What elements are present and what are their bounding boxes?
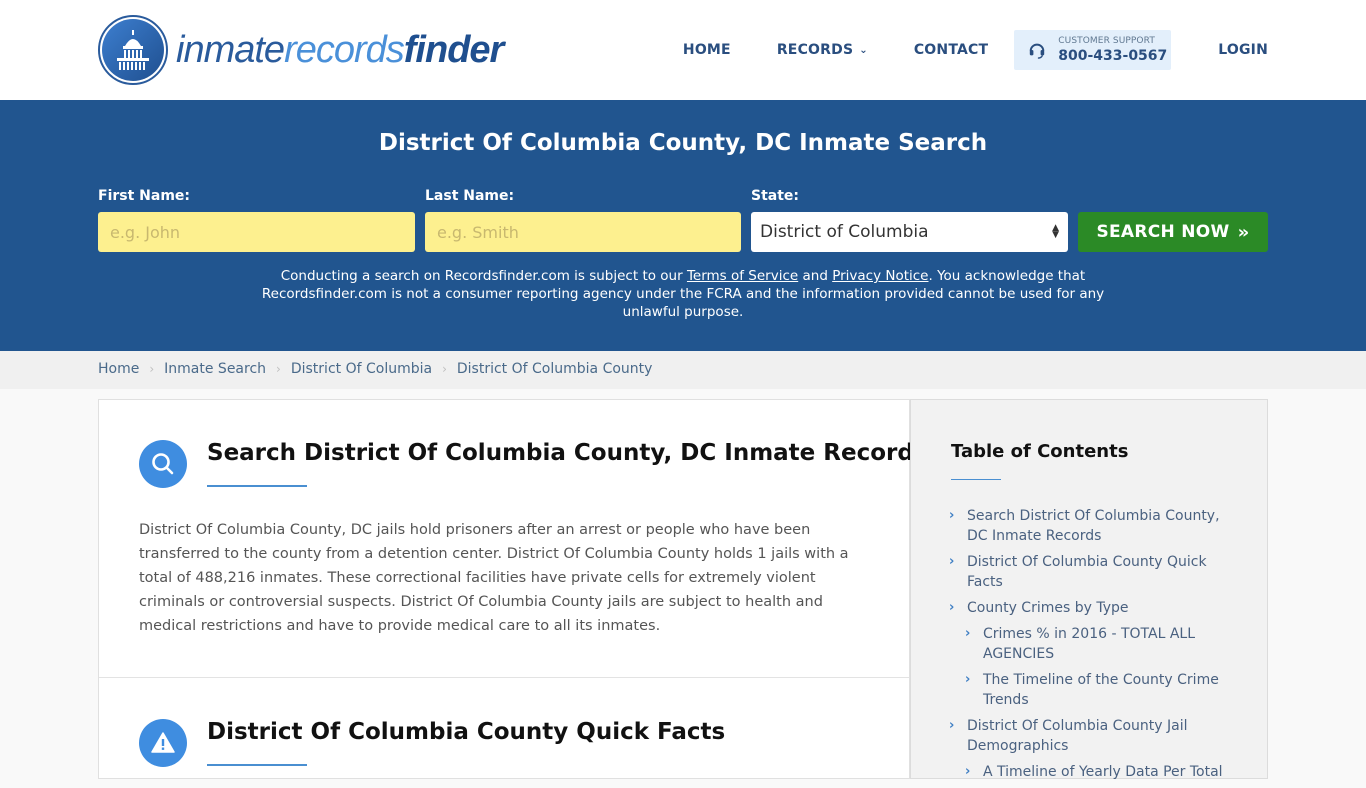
toc-title: Table of Contents bbox=[951, 441, 1129, 462]
toc-subitem[interactable]: › Crimes % in 2016 - TOTAL ALL AGENCIES bbox=[949, 624, 1239, 664]
state-label: State: bbox=[751, 188, 800, 204]
chevron-right-icon: › bbox=[276, 362, 281, 376]
search-now-button[interactable]: SEARCH NOW » bbox=[1078, 212, 1268, 252]
main-nav: HOME RECORDS ⌄ CONTACT CUSTOMER SUPPORT 8… bbox=[683, 30, 1268, 70]
terms-of-service-link[interactable]: Terms of Service bbox=[687, 268, 798, 284]
toc-subitem[interactable]: › A Timeline of Yearly Data Per Total bbox=[949, 762, 1239, 782]
section-body-search-records: District Of Columbia County, DC jails ho… bbox=[139, 522, 849, 634]
toc-item-label: County Crimes by Type bbox=[967, 600, 1129, 616]
toc-item-label: Crimes % in 2016 - TOTAL ALL AGENCIES bbox=[983, 626, 1196, 662]
section-title-quick-facts: District Of Columbia County Quick Facts bbox=[207, 719, 726, 745]
chevron-down-icon: ⌄ bbox=[859, 44, 868, 56]
nav-login-label: LOGIN bbox=[1218, 42, 1268, 58]
section-title-search-records: Search District Of Columbia County, DC I… bbox=[207, 440, 928, 466]
nav-home[interactable]: HOME bbox=[683, 42, 731, 58]
toc-item-label: Search District Of Columbia County, DC I… bbox=[967, 508, 1220, 544]
first-name-input[interactable] bbox=[98, 212, 415, 252]
chevron-right-icon: › bbox=[149, 362, 155, 376]
toc-item[interactable]: › County Crimes by Type bbox=[949, 598, 1239, 618]
chevron-right-icon: › bbox=[442, 362, 447, 376]
toc-underline bbox=[951, 479, 1001, 480]
section-underline bbox=[207, 764, 307, 766]
toc-subitem[interactable]: › The Timeline of the County Crime Trends bbox=[949, 670, 1239, 710]
toc-list: › Search District Of Columbia County, DC … bbox=[949, 506, 1239, 788]
chevron-right-icon: › bbox=[965, 672, 971, 687]
toc-item[interactable]: › District Of Columbia County Jail Demogr… bbox=[949, 716, 1239, 756]
nav-contact-label: CONTACT bbox=[913, 42, 989, 58]
nav-contact[interactable]: CONTACT bbox=[914, 42, 988, 58]
section-underline bbox=[207, 485, 307, 487]
chevron-right-icon: › bbox=[949, 508, 955, 523]
toc-item-label: District Of Columbia County Jail Demogra… bbox=[967, 718, 1188, 754]
last-name-input[interactable] bbox=[425, 212, 741, 252]
section-divider bbox=[99, 677, 909, 678]
capitol-logo-icon bbox=[98, 15, 168, 85]
site-logo[interactable]: inmaterecordsfinder bbox=[98, 15, 505, 85]
warning-icon bbox=[139, 719, 187, 767]
nav-records-label: RECORDS bbox=[776, 42, 854, 58]
logo-word-inmate: inmate bbox=[176, 28, 285, 71]
logo-wordmark: inmaterecordsfinder bbox=[176, 28, 505, 72]
support-phone[interactable]: 800-433-0567 bbox=[1058, 49, 1167, 63]
chevron-right-icon: › bbox=[949, 718, 955, 733]
toc-item-label: A Timeline of Yearly Data Per Total bbox=[983, 764, 1223, 780]
first-name-label: First Name: bbox=[98, 188, 191, 204]
breadcrumb-state[interactable]: District Of Columbia bbox=[291, 361, 432, 377]
chevron-right-icon: › bbox=[949, 600, 955, 615]
breadcrumb: Home › Inmate Search › District Of Colum… bbox=[0, 351, 1366, 389]
support-label: CUSTOMER SUPPORT bbox=[1058, 36, 1155, 46]
breadcrumb-home[interactable]: Home bbox=[98, 361, 139, 377]
privacy-notice-link[interactable]: Privacy Notice bbox=[832, 268, 928, 284]
toc-item-label: District Of Columbia County Quick Facts bbox=[967, 554, 1207, 590]
main-content: Search District Of Columbia County, DC I… bbox=[98, 399, 928, 779]
toc-item[interactable]: › Search District Of Columbia County, DC … bbox=[949, 506, 1239, 546]
toc-item-label: The Timeline of the County Crime Trends bbox=[983, 672, 1219, 708]
state-select-value: District of Columbia bbox=[760, 222, 929, 242]
table-of-contents: Table of Contents › Search District Of Co… bbox=[910, 399, 1268, 780]
site-header: inmaterecordsfinder HOME RECORDS ⌄ CONTAC… bbox=[0, 0, 1366, 100]
search-icon bbox=[139, 440, 187, 488]
breadcrumb-county: District Of Columbia County bbox=[456, 361, 653, 377]
disclaimer-text-2: and bbox=[798, 268, 833, 284]
search-disclaimer: Conducting a search on Recordsfinder.com… bbox=[250, 267, 1116, 321]
customer-support-box[interactable]: CUSTOMER SUPPORT 800-433-0567 bbox=[1014, 30, 1172, 70]
nav-login[interactable]: LOGIN bbox=[1218, 42, 1268, 58]
last-name-label: Last Name: bbox=[425, 188, 515, 204]
select-arrows-icon: ▲ ▼ bbox=[1052, 223, 1059, 240]
nav-home-label: HOME bbox=[682, 42, 731, 58]
headset-icon bbox=[1029, 43, 1045, 59]
double-chevron-right-icon: » bbox=[1237, 221, 1250, 243]
search-title: District Of Columbia County, DC Inmate S… bbox=[378, 130, 988, 156]
breadcrumb-inmate-search[interactable]: Inmate Search bbox=[164, 361, 266, 377]
search-now-label: SEARCH NOW bbox=[1096, 222, 1230, 242]
disclaimer-text-1: Conducting a search on Recordsfinder.com… bbox=[280, 268, 687, 284]
state-select[interactable]: District of Columbia ▲ ▼ bbox=[751, 212, 1068, 252]
logo-word-finder: finder bbox=[403, 28, 505, 71]
nav-records[interactable]: RECORDS ⌄ bbox=[777, 42, 868, 58]
chevron-right-icon: › bbox=[949, 554, 955, 569]
chevron-right-icon: › bbox=[965, 764, 971, 779]
toc-item[interactable]: › District Of Columbia County Quick Facts bbox=[949, 552, 1239, 592]
chevron-right-icon: › bbox=[965, 626, 971, 641]
logo-word-records: records bbox=[284, 28, 405, 71]
